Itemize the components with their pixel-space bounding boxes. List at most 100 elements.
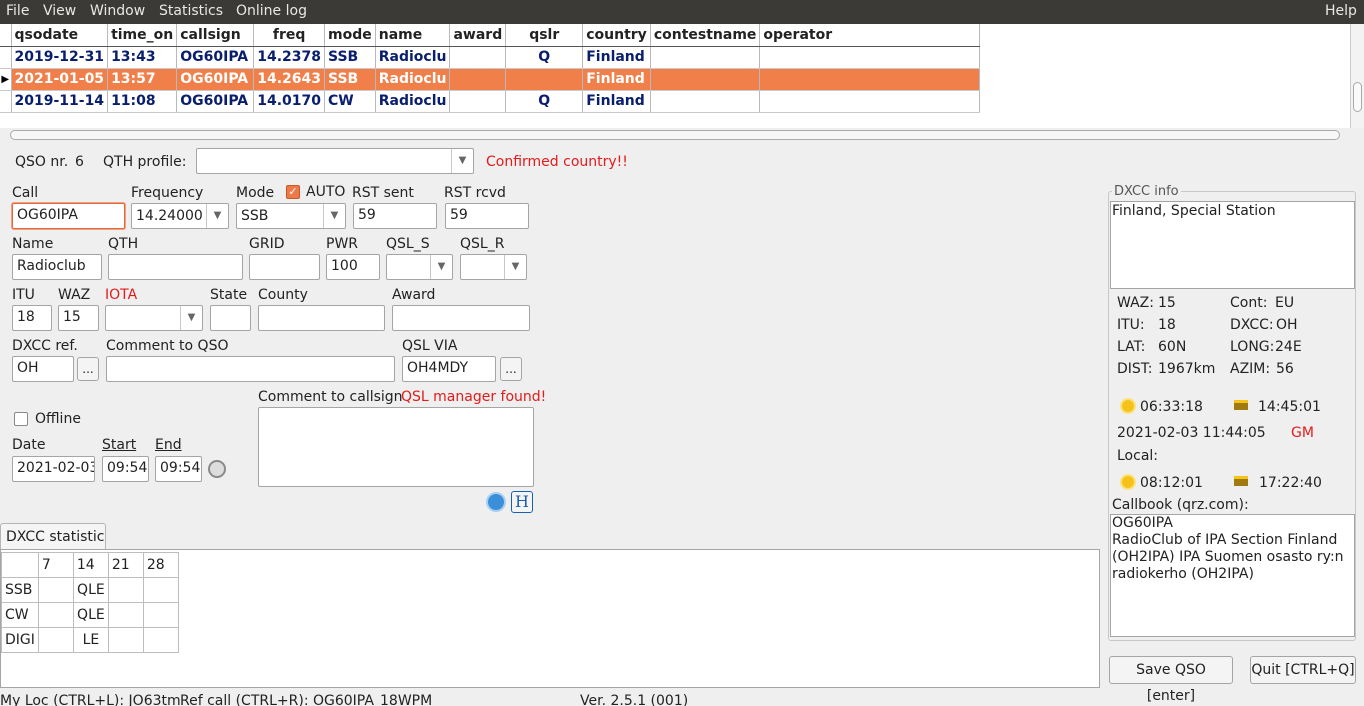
- col-qslr[interactable]: qslr: [505, 24, 584, 47]
- pwr-input[interactable]: 100: [326, 254, 380, 280]
- cell-time-on: 11:08: [107, 90, 178, 113]
- vertical-scroll-thumb[interactable]: [1353, 82, 1362, 112]
- col-operator[interactable]: operator: [759, 24, 981, 47]
- qsl-via-input[interactable]: OH4MDY: [402, 356, 496, 382]
- offline-checkbox[interactable]: [14, 412, 28, 426]
- menu-window[interactable]: Window: [90, 3, 145, 19]
- dxcc-ref-input[interactable]: OH: [12, 356, 74, 382]
- qso-nr-label: QSO nr.: [15, 154, 69, 170]
- info-itu-value: 18: [1158, 317, 1176, 333]
- stat-cell: [37, 627, 74, 653]
- rst-rcvd-input[interactable]: 59: [445, 203, 529, 229]
- offline-label: Offline: [35, 411, 81, 427]
- chevron-down-icon: ▼: [180, 306, 202, 330]
- frequency-select[interactable]: 14.24000 ▼: [131, 203, 229, 229]
- info-waz-label: WAZ:: [1117, 295, 1154, 311]
- chevron-down-icon: ▼: [430, 255, 452, 279]
- dxcc-country-text: Finland, Special Station: [1112, 203, 1276, 219]
- stat-header-cell: 21: [107, 552, 144, 578]
- qsl-via-browse-button[interactable]: ...: [500, 357, 522, 381]
- menu-online-log[interactable]: Online log: [236, 3, 307, 19]
- quit-button[interactable]: Quit [CTRL+Q]: [1250, 656, 1356, 684]
- col-qsodate[interactable]: qsodate: [11, 24, 109, 47]
- chevron-down-icon: ▼: [323, 204, 345, 228]
- cell-mode: SSB: [324, 68, 376, 91]
- horizontal-scroll-thumb[interactable]: [10, 130, 1340, 140]
- award-input[interactable]: [392, 305, 530, 331]
- callbook-line: OG60IPA: [1112, 515, 1173, 531]
- menu-view[interactable]: View: [43, 3, 76, 19]
- callbook-label: Callbook (qrz.com):: [1112, 497, 1249, 513]
- qsl-manager-notice: QSL manager found!: [401, 389, 547, 405]
- auto-mode-checkbox[interactable]: ✓: [286, 185, 300, 199]
- dxcc-statistic-panel: 7 14 21 28 SSB QLE CW QLE DIGI LE: [0, 549, 1100, 688]
- col-freq[interactable]: freq: [253, 24, 325, 47]
- comment-callsign-input[interactable]: [258, 407, 534, 487]
- clock-icon[interactable]: [208, 460, 226, 478]
- save-qso-button[interactable]: Save QSO [enter]: [1109, 656, 1233, 704]
- end-time-input[interactable]: 09:54: [155, 456, 202, 482]
- col-contestname[interactable]: contestname: [650, 24, 761, 47]
- call-input[interactable]: OG60IPA: [12, 203, 125, 229]
- grid-input[interactable]: [249, 254, 320, 280]
- rst-sent-input[interactable]: 59: [353, 203, 437, 229]
- grid-horizontal-scrollbar[interactable]: [0, 128, 1364, 142]
- name-input[interactable]: Radioclub: [12, 254, 102, 280]
- qsl-r-label: QSL_R: [460, 236, 505, 252]
- grid-vertical-scrollbar[interactable]: [1350, 24, 1364, 128]
- tab-dxcc-statistic[interactable]: DXCC statistic: [0, 523, 106, 550]
- waz-input[interactable]: 15: [58, 305, 99, 331]
- info-cont-value: EU: [1275, 295, 1295, 311]
- col-mode[interactable]: mode: [324, 24, 376, 47]
- cell-qslr: Q: [505, 46, 584, 69]
- table-row[interactable]: 2019-12-31 13:43 OG60IPA 14.2378 SSB Rad…: [0, 46, 981, 69]
- date-input[interactable]: 2021-02-03: [12, 456, 95, 482]
- cell-contestname: [650, 90, 761, 113]
- menu-help[interactable]: Help: [1325, 3, 1357, 19]
- globe-icon[interactable]: [486, 492, 506, 512]
- menu-statistics[interactable]: Statistics: [159, 3, 223, 19]
- qsl-s-select[interactable]: ▼: [386, 254, 453, 280]
- stat-cell: [107, 602, 144, 628]
- start-time-input[interactable]: 09:54: [102, 456, 149, 482]
- auto-label: AUTO: [306, 184, 346, 200]
- qsl-r-select[interactable]: ▼: [460, 254, 527, 280]
- start-label: Start: [102, 437, 137, 453]
- info-dxcc-value: OH: [1276, 317, 1298, 333]
- col-callsign[interactable]: callsign: [176, 24, 255, 47]
- qso-table: qsodate time_on callsign freq mode name …: [0, 24, 981, 113]
- col-award[interactable]: award: [449, 24, 507, 47]
- qso-nr-value: 6: [75, 154, 84, 170]
- table-row-selected[interactable]: ▶ 2021-01-05 13:57 OG60IPA 14.2643 SSB R…: [0, 68, 981, 91]
- iota-select[interactable]: ▼: [105, 305, 203, 331]
- col-name[interactable]: name: [375, 24, 451, 47]
- stat-cell: [107, 627, 144, 653]
- mode-select[interactable]: SSB ▼: [236, 203, 346, 229]
- comment-qso-input[interactable]: [106, 356, 395, 382]
- callbook-line: RadioClub of IPA Section Finland: [1112, 532, 1338, 548]
- qth-profile-label: QTH profile:: [103, 154, 187, 170]
- info-lat-label: LAT:: [1117, 339, 1146, 355]
- itu-input[interactable]: 18: [12, 305, 52, 331]
- qth-profile-select[interactable]: ▼: [196, 148, 474, 174]
- local-sunset-icon: [1234, 476, 1248, 486]
- info-lat-value: 60N: [1158, 339, 1187, 355]
- call-label: Call: [12, 185, 39, 201]
- date-label: Date: [12, 437, 46, 453]
- row-indicator: [0, 46, 12, 69]
- dxcc-ref-browse-button[interactable]: ...: [77, 357, 99, 381]
- menu-file[interactable]: File: [6, 3, 29, 19]
- hamqth-button[interactable]: H: [511, 491, 533, 513]
- callbook-line: radiokerho (OH2IPA): [1112, 566, 1254, 582]
- county-input[interactable]: [258, 305, 385, 331]
- stat-cell: [142, 602, 179, 628]
- end-label: End: [155, 437, 182, 453]
- col-country[interactable]: country: [582, 24, 651, 47]
- col-time-on[interactable]: time_on: [107, 24, 178, 47]
- table-row[interactable]: 2019-11-14 11:08 OG60IPA 14.0170 CW Radi…: [0, 90, 981, 113]
- state-input[interactable]: [210, 305, 251, 331]
- row-indicator-header: [0, 24, 12, 47]
- cell-operator: [759, 46, 981, 69]
- qth-input[interactable]: [108, 254, 243, 280]
- menu-bar: File View Window Statistics Online log H…: [0, 0, 1364, 24]
